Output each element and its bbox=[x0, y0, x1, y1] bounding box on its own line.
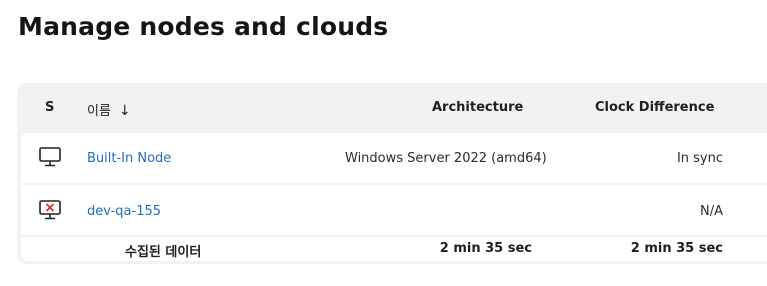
summary-architecture: 2 min 35 sec bbox=[439, 241, 532, 256]
table-header-row: S 이름 ↓ Architecture Clock Difference bbox=[17, 83, 767, 133]
nodes-table: S 이름 ↓ Architecture Clock Difference Buil… bbox=[17, 83, 767, 264]
column-header-name[interactable]: 이름 ↓ bbox=[87, 100, 131, 119]
clock-difference-cell: N/A bbox=[700, 204, 723, 219]
page-title: Manage nodes and clouds bbox=[18, 12, 389, 41]
clock-difference-cell: In sync bbox=[676, 151, 723, 166]
column-header-name-label: 이름 bbox=[87, 104, 111, 119]
computer-offline-icon bbox=[37, 199, 63, 221]
summary-label: 수집된 데이터 bbox=[125, 245, 202, 260]
table-row: dev-qa-155 N/A bbox=[21, 185, 767, 235]
column-header-status[interactable]: S bbox=[45, 100, 54, 115]
computer-icon bbox=[37, 146, 63, 168]
architecture-cell: Windows Server 2022 (amd64) bbox=[345, 151, 547, 166]
column-header-architecture[interactable]: Architecture bbox=[432, 100, 523, 115]
table-summary-row: 수집된 데이터 2 min 35 sec 2 min 35 sec bbox=[21, 237, 767, 261]
table-row: Built-In Node Windows Server 2022 (amd64… bbox=[21, 133, 767, 183]
node-link-dev-qa-155[interactable]: dev-qa-155 bbox=[87, 204, 161, 219]
sort-descending-icon: ↓ bbox=[118, 103, 131, 119]
summary-clock-difference: 2 min 35 sec bbox=[630, 241, 723, 256]
column-header-clock-difference[interactable]: Clock Difference bbox=[595, 100, 714, 115]
node-link-built-in[interactable]: Built-In Node bbox=[87, 151, 171, 166]
